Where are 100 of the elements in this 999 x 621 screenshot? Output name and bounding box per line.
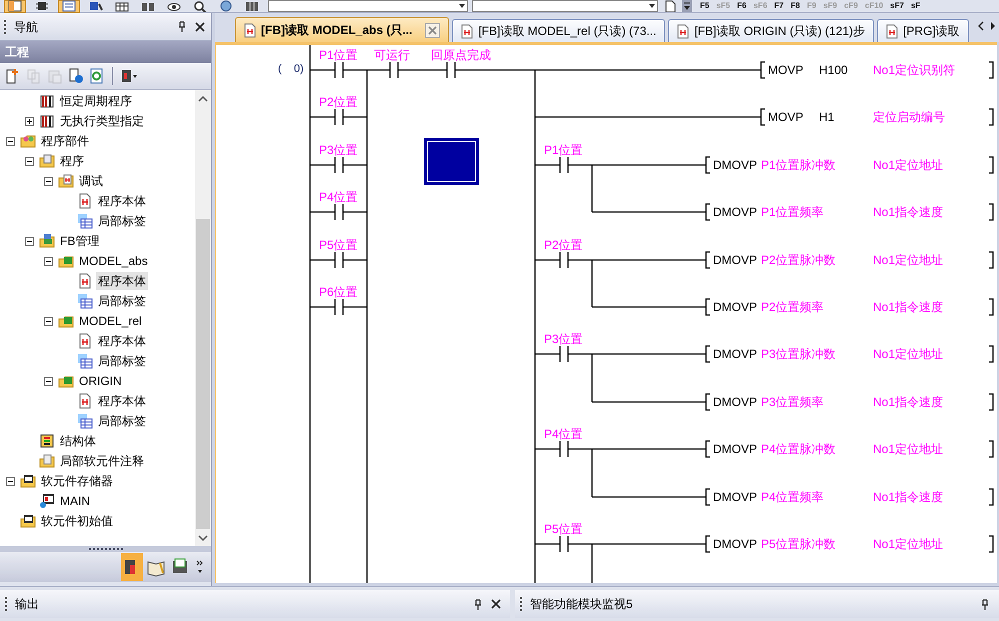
instruction-label: DMOVP	[713, 395, 758, 409]
editor-tab[interactable]: [FB]读取 MODEL_abs (只...	[235, 17, 450, 42]
tree-item[interactable]: 局部标签	[96, 412, 148, 430]
contact-icon	[389, 61, 399, 79]
operand-label: P1位置频率	[761, 205, 824, 219]
tree-item[interactable]: 程序本体	[96, 192, 148, 210]
left-bracket-icon	[760, 61, 765, 79]
operand-label: P3位置脉冲数	[761, 347, 836, 361]
grid-icon	[39, 433, 55, 449]
instruction-label: DMOVP	[713, 442, 758, 456]
tree-item[interactable]: FB管理	[58, 232, 102, 250]
grid-icon	[115, 0, 129, 12]
collapse-icon[interactable]	[6, 476, 15, 486]
tree-item[interactable]: 调试	[77, 172, 105, 190]
function-key-button[interactable]: sF	[910, 1, 920, 11]
refresh-icon[interactable]	[89, 68, 105, 84]
tree-item[interactable]: MAIN	[58, 492, 92, 510]
tree-item[interactable]: 软元件初始值	[39, 512, 115, 530]
contact-icon	[559, 156, 569, 174]
editor-tab[interactable]: [FB]读取 ORIGIN (只读) (121)步	[668, 19, 874, 42]
pin-icon[interactable]	[473, 598, 483, 610]
panel-title: 智能功能模块监视5	[530, 596, 633, 613]
document-icon	[886, 24, 898, 38]
tree-item[interactable]: 软元件存储器	[39, 472, 115, 490]
left-bracket-icon	[705, 345, 710, 363]
contact-icon	[559, 345, 569, 363]
operand-label: No1定位地址	[873, 253, 944, 267]
tree-item[interactable]: 程序部件	[39, 132, 91, 150]
editor-tab[interactable]: [PRG]读取	[877, 19, 969, 42]
new-page-icon[interactable]	[5, 68, 21, 84]
operand-label: P1位置脉冲数	[761, 158, 836, 172]
list-icon	[62, 0, 76, 12]
tree-item[interactable]: 程序本体	[96, 272, 148, 290]
tree-item[interactable]: MODEL_rel	[77, 312, 144, 330]
editor-tab[interactable]: [FB]读取 MODEL_rel (只读) (73...	[452, 19, 666, 42]
instruction-label: DMOVP	[713, 205, 758, 219]
collapse-icon[interactable]	[6, 136, 15, 146]
scroll-down-icon[interactable]	[198, 534, 208, 542]
function-key-button[interactable]: sF7	[890, 1, 904, 11]
tree-item[interactable]: 程序	[58, 152, 86, 170]
book-icon	[39, 113, 55, 129]
contact-label: 回原点完成	[431, 48, 491, 62]
collapse-icon[interactable]	[44, 316, 53, 326]
function-key-button[interactable]: F5	[700, 1, 710, 11]
tree-item[interactable]: 程序本体	[96, 332, 148, 350]
toolbar-button[interactable]	[4, 0, 26, 12]
operand-label: No1指令速度	[873, 300, 944, 314]
operand-label: H100	[819, 63, 848, 77]
scroll-left-icon[interactable]	[978, 21, 984, 31]
collapse-icon[interactable]	[44, 376, 53, 386]
left-bracket-icon	[760, 108, 765, 126]
operand-label: H1	[819, 110, 834, 124]
scroll-up-icon[interactable]	[198, 95, 208, 103]
left-bracket-icon	[705, 488, 710, 506]
chevron-icon[interactable]	[196, 560, 204, 574]
right-bracket-icon	[989, 108, 994, 126]
scroll-thumb[interactable]	[196, 219, 210, 529]
overflow-icon[interactable]	[682, 0, 692, 12]
chip-icon	[35, 0, 49, 12]
close-icon[interactable]	[491, 599, 501, 609]
expand-icon[interactable]	[25, 116, 34, 126]
tree-item[interactable]: 结构体	[58, 432, 98, 450]
tree-item[interactable]: 无执行类型指定	[58, 112, 146, 130]
collapse-icon[interactable]	[25, 156, 34, 166]
columns-icon	[245, 0, 259, 12]
tree-item[interactable]: 局部标签	[96, 352, 148, 370]
scroll-right-icon[interactable]	[990, 21, 996, 31]
operand-label: No1定位地址	[873, 158, 944, 172]
close-icon[interactable]	[195, 22, 205, 32]
function-key-button[interactable]: F7	[774, 1, 784, 11]
function-key-button[interactable]: F6	[737, 1, 746, 11]
tree-item[interactable]: 局部标签	[96, 212, 148, 230]
tree-item[interactable]: ORIGIN	[77, 372, 124, 390]
panel-switch-button[interactable]	[121, 553, 143, 581]
step-number: ( 0)	[278, 62, 304, 76]
dropdown-field[interactable]	[472, 0, 658, 12]
info-icon[interactable]	[68, 68, 84, 84]
instruction-label: MOVP	[768, 110, 804, 124]
tree-item[interactable]: MODEL_abs	[77, 252, 150, 270]
collapse-icon[interactable]	[25, 236, 34, 246]
tree-item[interactable]: 局部标签	[96, 292, 148, 310]
collapse-icon[interactable]	[44, 176, 53, 186]
function-key-button[interactable]: F8	[790, 1, 800, 11]
left-bracket-icon	[705, 440, 710, 458]
operand-label: P5位置脉冲数	[761, 537, 836, 551]
left-bracket-icon	[705, 203, 710, 221]
dropdown-field[interactable]	[268, 0, 468, 12]
scrollbar[interactable]	[195, 90, 211, 546]
left-bracket-icon	[705, 298, 710, 316]
tree-item[interactable]: 程序本体	[96, 392, 148, 410]
contact-icon	[559, 251, 569, 269]
tree-item[interactable]: 恒定周期程序	[58, 92, 134, 110]
right-bracket-icon	[989, 393, 994, 411]
pin-icon[interactable]	[177, 21, 187, 32]
toolbar-button[interactable]	[58, 0, 80, 12]
plc-icon[interactable]	[120, 68, 138, 84]
tree-item[interactable]: 局部软元件注释	[58, 452, 146, 470]
collapse-icon[interactable]	[44, 256, 53, 266]
contact-icon	[334, 298, 344, 316]
pin-icon[interactable]	[980, 598, 990, 610]
